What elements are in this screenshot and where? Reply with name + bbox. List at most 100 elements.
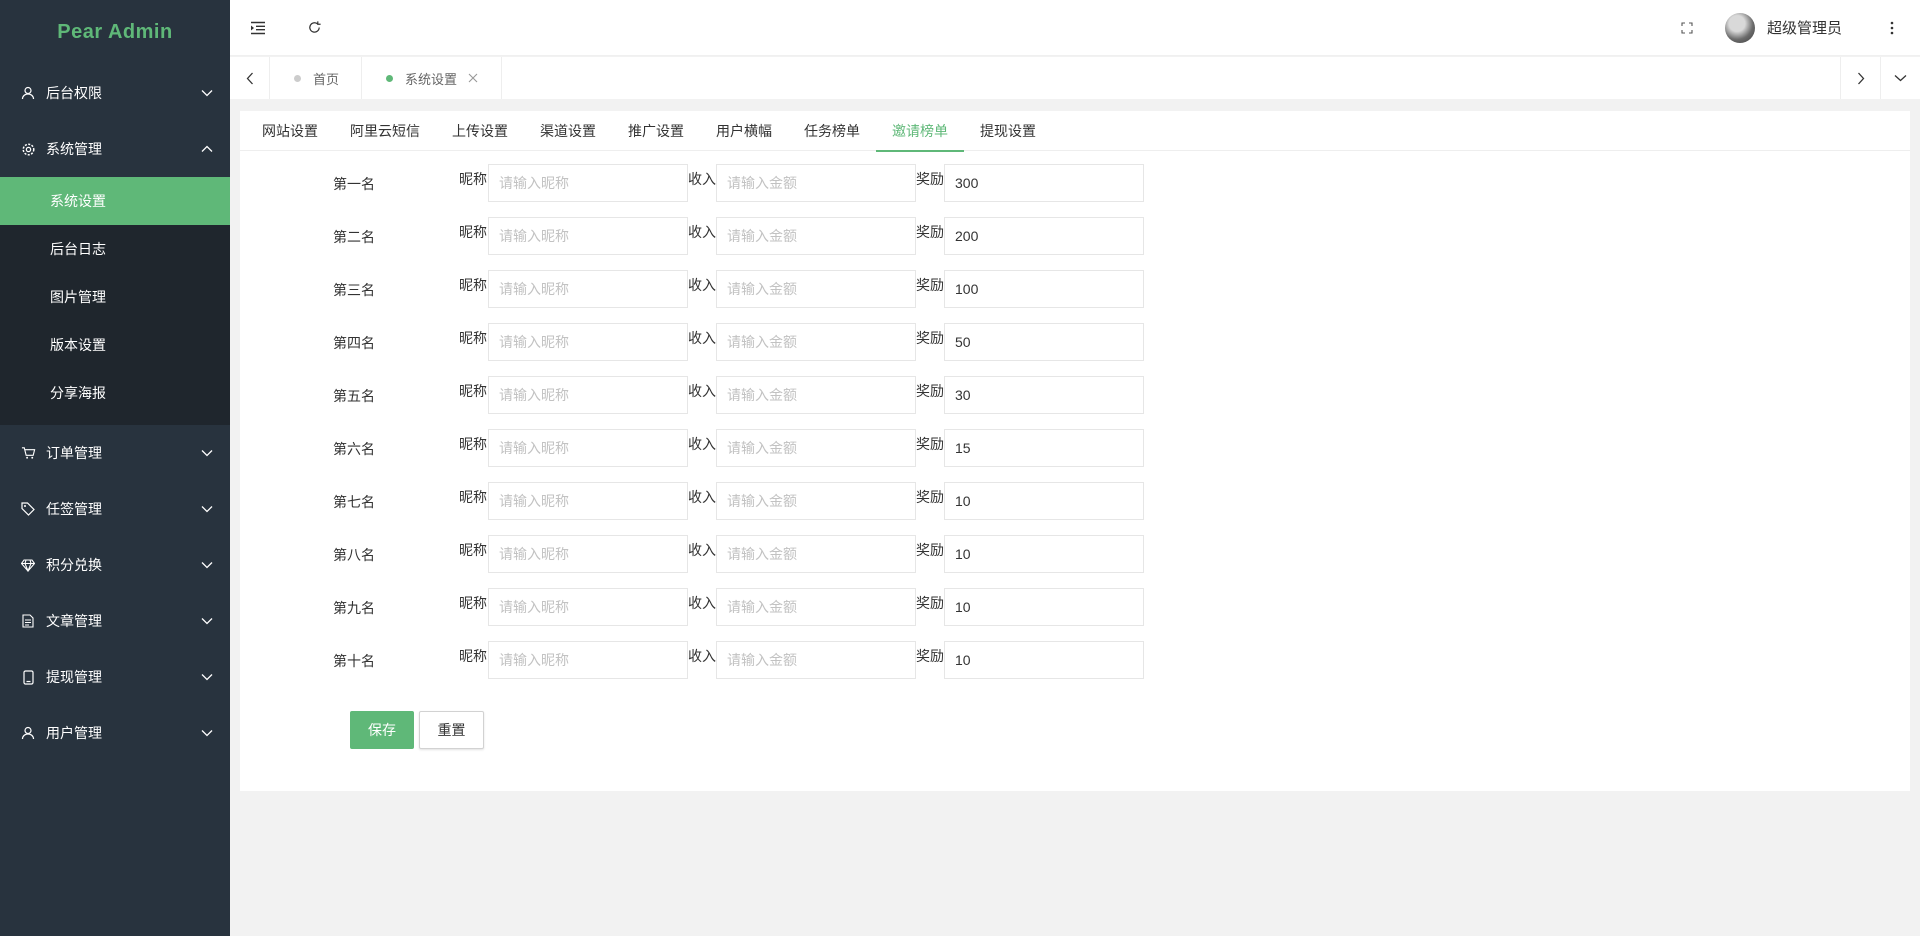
nickname-label: 昵称	[459, 277, 487, 293]
nickname-input[interactable]	[488, 164, 688, 202]
reward-input[interactable]	[944, 641, 1144, 679]
refresh-icon[interactable]	[286, 0, 342, 56]
tab-website-settings[interactable]: 网站设置	[246, 111, 334, 151]
sidebar-item-articles[interactable]: 文章管理	[0, 593, 230, 649]
sidebar-subitem-image-management[interactable]: 图片管理	[0, 273, 230, 321]
tab-user-banner[interactable]: 用户横幅	[700, 111, 788, 151]
sidebar-item-tasks[interactable]: 任签管理	[0, 481, 230, 537]
chevron-down-icon	[200, 86, 214, 100]
tabs-scroll-right-button[interactable]	[1840, 57, 1880, 99]
app-logo[interactable]: Pear Admin	[0, 0, 230, 65]
income-label: 收入	[688, 489, 716, 505]
income-input[interactable]	[716, 164, 916, 202]
reward-input[interactable]	[944, 376, 1144, 414]
income-input[interactable]	[716, 376, 916, 414]
save-button[interactable]: 保存	[350, 711, 414, 749]
income-input[interactable]	[716, 588, 916, 626]
chevron-down-icon	[200, 446, 214, 460]
tab-upload-settings[interactable]: 上传设置	[436, 111, 524, 151]
close-icon[interactable]	[467, 72, 479, 84]
chevron-down-icon	[200, 614, 214, 628]
reward-input[interactable]	[944, 323, 1144, 361]
income-input[interactable]	[716, 429, 916, 467]
fullscreen-icon[interactable]	[1659, 0, 1715, 56]
nickname-input[interactable]	[488, 270, 688, 308]
reward-label: 奖励	[916, 648, 944, 664]
reward-input[interactable]	[944, 588, 1144, 626]
income-input[interactable]	[716, 641, 916, 679]
page-tab-system-settings[interactable]: 系统设置	[362, 57, 503, 99]
nickname-input[interactable]	[488, 588, 688, 626]
sidebar-subitem-system-settings[interactable]: 系统设置	[0, 177, 230, 225]
sidebar-item-points-exchange[interactable]: 积分兑换	[0, 537, 230, 593]
sidebar-subitem-version-settings[interactable]: 版本设置	[0, 321, 230, 369]
sidebar-item-label: 用户管理	[46, 725, 102, 741]
sidebar-item-orders[interactable]: 订单管理	[0, 425, 230, 481]
income-label: 收入	[688, 224, 716, 240]
reward-input[interactable]	[944, 429, 1144, 467]
collapse-menu-icon[interactable]	[230, 0, 286, 56]
rank-label: 第九名	[333, 600, 375, 616]
income-label: 收入	[688, 648, 716, 664]
form-actions: 保存 重置	[350, 711, 489, 749]
rank-label: 第五名	[333, 388, 375, 404]
rank-label: 第三名	[333, 282, 375, 298]
tab-withdraw-settings[interactable]: 提现设置	[964, 111, 1052, 151]
tabs-scroll-left-button[interactable]	[230, 57, 270, 99]
income-input[interactable]	[716, 535, 916, 573]
income-input[interactable]	[716, 270, 916, 308]
chevron-down-icon	[200, 726, 214, 740]
sidebar-item-label: 系统管理	[46, 141, 102, 157]
nickname-input[interactable]	[488, 376, 688, 414]
reward-input[interactable]	[944, 217, 1144, 255]
nickname-label: 昵称	[459, 171, 487, 187]
settings-card: 网站设置 阿里云短信 上传设置 渠道设置 推广设置 用户横幅 任务榜单 邀请榜单…	[240, 111, 1910, 791]
tab-aliyun-sms[interactable]: 阿里云短信	[334, 111, 436, 151]
income-input[interactable]	[716, 323, 916, 361]
nickname-input[interactable]	[488, 323, 688, 361]
avatar	[1724, 12, 1755, 43]
sidebar-item-label: 任签管理	[46, 501, 102, 517]
page-tab-label: 系统设置	[405, 71, 458, 87]
reward-label: 奖励	[916, 595, 944, 611]
status-dot	[294, 74, 301, 82]
reward-input[interactable]	[944, 535, 1144, 573]
chevron-up-icon	[200, 142, 214, 156]
rank-row: 第八名 昵称 收入 奖励	[240, 535, 1910, 588]
reward-input[interactable]	[944, 270, 1144, 308]
rank-row: 第十名 昵称 收入 奖励	[240, 641, 1910, 694]
reward-input[interactable]	[944, 482, 1144, 520]
income-label: 收入	[688, 383, 716, 399]
nickname-input[interactable]	[488, 535, 688, 573]
sidebar-item-system[interactable]: 系统管理	[0, 121, 230, 177]
page-tab-home[interactable]: 首页	[270, 57, 363, 99]
tab-promotion-settings[interactable]: 推广设置	[612, 111, 700, 151]
income-input[interactable]	[716, 217, 916, 255]
rank-label: 第一名	[333, 176, 375, 192]
tabs-dropdown-button[interactable]	[1880, 57, 1920, 99]
reset-button[interactable]: 重置	[419, 711, 484, 749]
more-vertical-icon[interactable]	[1864, 0, 1920, 56]
settings-tabs: 网站设置 阿里云短信 上传设置 渠道设置 推广设置 用户横幅 任务榜单 邀请榜单…	[240, 111, 1910, 152]
page-tab-label: 首页	[313, 71, 340, 87]
sidebar-item-withdrawals[interactable]: 提现管理	[0, 649, 230, 705]
rank-label: 第七名	[333, 494, 375, 510]
user-menu[interactable]: 超级管理员	[1715, 0, 1864, 56]
sidebar-subitem-admin-log[interactable]: 后台日志	[0, 225, 230, 273]
income-input[interactable]	[716, 482, 916, 520]
nickname-input[interactable]	[488, 429, 688, 467]
tab-invite-ranking[interactable]: 邀请榜单	[876, 111, 964, 152]
sidebar-item-users[interactable]: 用户管理	[0, 705, 230, 761]
reward-input[interactable]	[944, 164, 1144, 202]
sidebar-subitem-share-poster[interactable]: 分享海报	[0, 369, 230, 417]
nickname-label: 昵称	[459, 224, 487, 240]
rank-row: 第七名 昵称 收入 奖励	[240, 482, 1910, 535]
tab-channel-settings[interactable]: 渠道设置	[524, 111, 612, 151]
status-dot	[386, 74, 394, 82]
nickname-input[interactable]	[488, 217, 688, 255]
nickname-input[interactable]	[488, 641, 688, 679]
chevron-down-icon	[200, 670, 214, 684]
sidebar-item-permissions[interactable]: 后台权限	[0, 65, 230, 121]
nickname-input[interactable]	[488, 482, 688, 520]
tab-task-ranking[interactable]: 任务榜单	[788, 111, 876, 151]
